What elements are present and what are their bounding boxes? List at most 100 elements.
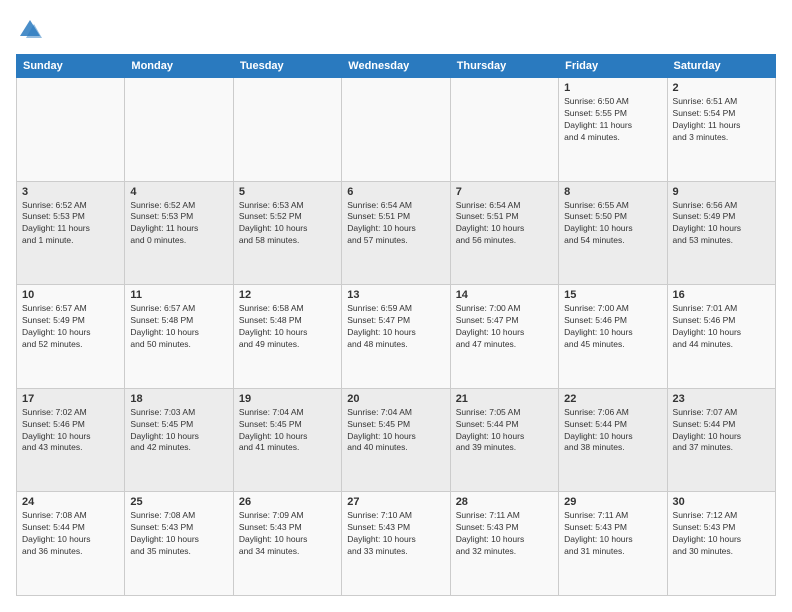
day-info: Sunrise: 6:53 AM Sunset: 5:52 PM Dayligh…: [239, 200, 336, 248]
day-number: 22: [564, 393, 661, 405]
day-cell: [342, 78, 450, 182]
day-number: 16: [673, 289, 770, 301]
day-info: Sunrise: 6:58 AM Sunset: 5:48 PM Dayligh…: [239, 303, 336, 351]
day-cell: [450, 78, 558, 182]
weekday-header-wednesday: Wednesday: [342, 55, 450, 78]
day-info: Sunrise: 6:56 AM Sunset: 5:49 PM Dayligh…: [673, 200, 770, 248]
day-cell: 4 Sunrise: 6:52 AM Sunset: 5:53 PM Daylig…: [125, 181, 233, 285]
day-cell: 9 Sunrise: 6:56 AM Sunset: 5:49 PM Daylig…: [667, 181, 775, 285]
week-row-3: 10 Sunrise: 6:57 AM Sunset: 5:49 PM Dayli…: [17, 285, 776, 389]
day-cell: 7Sunrise: 6:54 AM Sunset: 5:51 PM Daylig…: [450, 181, 558, 285]
day-number: 19: [239, 393, 336, 405]
day-cell: [233, 78, 341, 182]
logo-icon: [16, 16, 44, 44]
day-info: Sunrise: 7:08 AM Sunset: 5:44 PM Dayligh…: [22, 510, 119, 558]
day-info: Sunrise: 7:10 AM Sunset: 5:43 PM Dayligh…: [347, 510, 444, 558]
day-info: Sunrise: 7:04 AM Sunset: 5:45 PM Dayligh…: [347, 407, 444, 455]
weekday-header-saturday: Saturday: [667, 55, 775, 78]
day-info: Sunrise: 6:57 AM Sunset: 5:48 PM Dayligh…: [130, 303, 227, 351]
day-cell: [17, 78, 125, 182]
day-number: 8: [564, 186, 661, 198]
day-number: 20: [347, 393, 444, 405]
day-cell: 22 Sunrise: 7:06 AM Sunset: 5:44 PM Dayli…: [559, 388, 667, 492]
day-info: Sunrise: 6:57 AM Sunset: 5:49 PM Dayligh…: [22, 303, 119, 351]
day-number: 10: [22, 289, 119, 301]
day-number: 9: [673, 186, 770, 198]
day-cell: 16 Sunrise: 7:01 AM Sunset: 5:46 PM Dayli…: [667, 285, 775, 389]
day-cell: 24Sunrise: 7:08 AM Sunset: 5:44 PM Dayli…: [17, 492, 125, 596]
day-cell: 12 Sunrise: 6:58 AM Sunset: 5:48 PM Dayli…: [233, 285, 341, 389]
day-number: 26: [239, 496, 336, 508]
day-number: 2: [673, 82, 770, 94]
day-number: 1: [564, 82, 661, 94]
day-info: Sunrise: 7:09 AM Sunset: 5:43 PM Dayligh…: [239, 510, 336, 558]
week-row-4: 17 Sunrise: 7:02 AM Sunset: 5:46 PM Dayli…: [17, 388, 776, 492]
day-cell: [125, 78, 233, 182]
day-info: Sunrise: 6:52 AM Sunset: 5:53 PM Dayligh…: [130, 200, 227, 248]
day-info: Sunrise: 7:12 AM Sunset: 5:43 PM Dayligh…: [673, 510, 770, 558]
day-info: Sunrise: 6:50 AM Sunset: 5:55 PM Dayligh…: [564, 96, 661, 144]
day-cell: 26 Sunrise: 7:09 AM Sunset: 5:43 PM Dayli…: [233, 492, 341, 596]
day-number: 17: [22, 393, 119, 405]
day-number: 18: [130, 393, 227, 405]
day-cell: 14 Sunrise: 7:00 AM Sunset: 5:47 PM Dayli…: [450, 285, 558, 389]
day-info: Sunrise: 7:00 AM Sunset: 5:46 PM Dayligh…: [564, 303, 661, 351]
day-info: Sunrise: 6:51 AM Sunset: 5:54 PM Dayligh…: [673, 96, 770, 144]
day-cell: 25Sunrise: 7:08 AM Sunset: 5:43 PM Dayli…: [125, 492, 233, 596]
week-row-1: 1 Sunrise: 6:50 AM Sunset: 5:55 PM Daylig…: [17, 78, 776, 182]
day-info: Sunrise: 7:11 AM Sunset: 5:43 PM Dayligh…: [564, 510, 661, 558]
day-info: Sunrise: 7:00 AM Sunset: 5:47 PM Dayligh…: [456, 303, 553, 351]
day-number: 13: [347, 289, 444, 301]
day-info: Sunrise: 6:54 AM Sunset: 5:51 PM Dayligh…: [456, 200, 553, 248]
day-info: Sunrise: 7:07 AM Sunset: 5:44 PM Dayligh…: [673, 407, 770, 455]
day-cell: 15 Sunrise: 7:00 AM Sunset: 5:46 PM Dayli…: [559, 285, 667, 389]
day-info: Sunrise: 7:06 AM Sunset: 5:44 PM Dayligh…: [564, 407, 661, 455]
day-cell: 5Sunrise: 6:53 AM Sunset: 5:52 PM Daylig…: [233, 181, 341, 285]
day-number: 21: [456, 393, 553, 405]
day-info: Sunrise: 7:04 AM Sunset: 5:45 PM Dayligh…: [239, 407, 336, 455]
day-cell: 27 Sunrise: 7:10 AM Sunset: 5:43 PM Dayli…: [342, 492, 450, 596]
day-number: 27: [347, 496, 444, 508]
weekday-header-tuesday: Tuesday: [233, 55, 341, 78]
day-cell: 2 Sunrise: 6:51 AM Sunset: 5:54 PM Daylig…: [667, 78, 775, 182]
weekday-header-sunday: Sunday: [17, 55, 125, 78]
day-number: 23: [673, 393, 770, 405]
day-cell: 6 Sunrise: 6:54 AM Sunset: 5:51 PM Daylig…: [342, 181, 450, 285]
day-info: Sunrise: 7:08 AM Sunset: 5:43 PM Dayligh…: [130, 510, 227, 558]
day-info: Sunrise: 6:59 AM Sunset: 5:47 PM Dayligh…: [347, 303, 444, 351]
day-cell: 30 Sunrise: 7:12 AM Sunset: 5:43 PM Dayli…: [667, 492, 775, 596]
week-row-5: 24Sunrise: 7:08 AM Sunset: 5:44 PM Dayli…: [17, 492, 776, 596]
day-info: Sunrise: 7:03 AM Sunset: 5:45 PM Dayligh…: [130, 407, 227, 455]
day-cell: 18 Sunrise: 7:03 AM Sunset: 5:45 PM Dayli…: [125, 388, 233, 492]
day-info: Sunrise: 6:55 AM Sunset: 5:50 PM Dayligh…: [564, 200, 661, 248]
day-cell: 23 Sunrise: 7:07 AM Sunset: 5:44 PM Dayli…: [667, 388, 775, 492]
day-cell: 28Sunrise: 7:11 AM Sunset: 5:43 PM Dayli…: [450, 492, 558, 596]
day-number: 12: [239, 289, 336, 301]
day-number: 30: [673, 496, 770, 508]
day-info: Sunrise: 7:02 AM Sunset: 5:46 PM Dayligh…: [22, 407, 119, 455]
day-cell: 29 Sunrise: 7:11 AM Sunset: 5:43 PM Dayli…: [559, 492, 667, 596]
weekday-header-monday: Monday: [125, 55, 233, 78]
day-info: Sunrise: 7:11 AM Sunset: 5:43 PM Dayligh…: [456, 510, 553, 558]
day-info: Sunrise: 7:01 AM Sunset: 5:46 PM Dayligh…: [673, 303, 770, 351]
day-cell: 17 Sunrise: 7:02 AM Sunset: 5:46 PM Dayli…: [17, 388, 125, 492]
day-cell: 20 Sunrise: 7:04 AM Sunset: 5:45 PM Dayli…: [342, 388, 450, 492]
day-cell: 21Sunrise: 7:05 AM Sunset: 5:44 PM Dayli…: [450, 388, 558, 492]
day-cell: 10 Sunrise: 6:57 AM Sunset: 5:49 PM Dayli…: [17, 285, 125, 389]
day-cell: 3Sunrise: 6:52 AM Sunset: 5:53 PM Daylig…: [17, 181, 125, 285]
day-cell: 11 Sunrise: 6:57 AM Sunset: 5:48 PM Dayli…: [125, 285, 233, 389]
day-number: 4: [130, 186, 227, 198]
day-number: 6: [347, 186, 444, 198]
day-number: 11: [130, 289, 227, 301]
day-number: 29: [564, 496, 661, 508]
weekday-header-row: SundayMondayTuesdayWednesdayThursdayFrid…: [17, 55, 776, 78]
day-info: Sunrise: 6:54 AM Sunset: 5:51 PM Dayligh…: [347, 200, 444, 248]
day-number: 14: [456, 289, 553, 301]
calendar: SundayMondayTuesdayWednesdayThursdayFrid…: [16, 54, 776, 596]
day-cell: 19 Sunrise: 7:04 AM Sunset: 5:45 PM Dayli…: [233, 388, 341, 492]
day-info: Sunrise: 6:52 AM Sunset: 5:53 PM Dayligh…: [22, 200, 119, 248]
day-number: 15: [564, 289, 661, 301]
weekday-header-thursday: Thursday: [450, 55, 558, 78]
day-cell: 13 Sunrise: 6:59 AM Sunset: 5:47 PM Dayli…: [342, 285, 450, 389]
calendar-table: SundayMondayTuesdayWednesdayThursdayFrid…: [16, 54, 776, 596]
